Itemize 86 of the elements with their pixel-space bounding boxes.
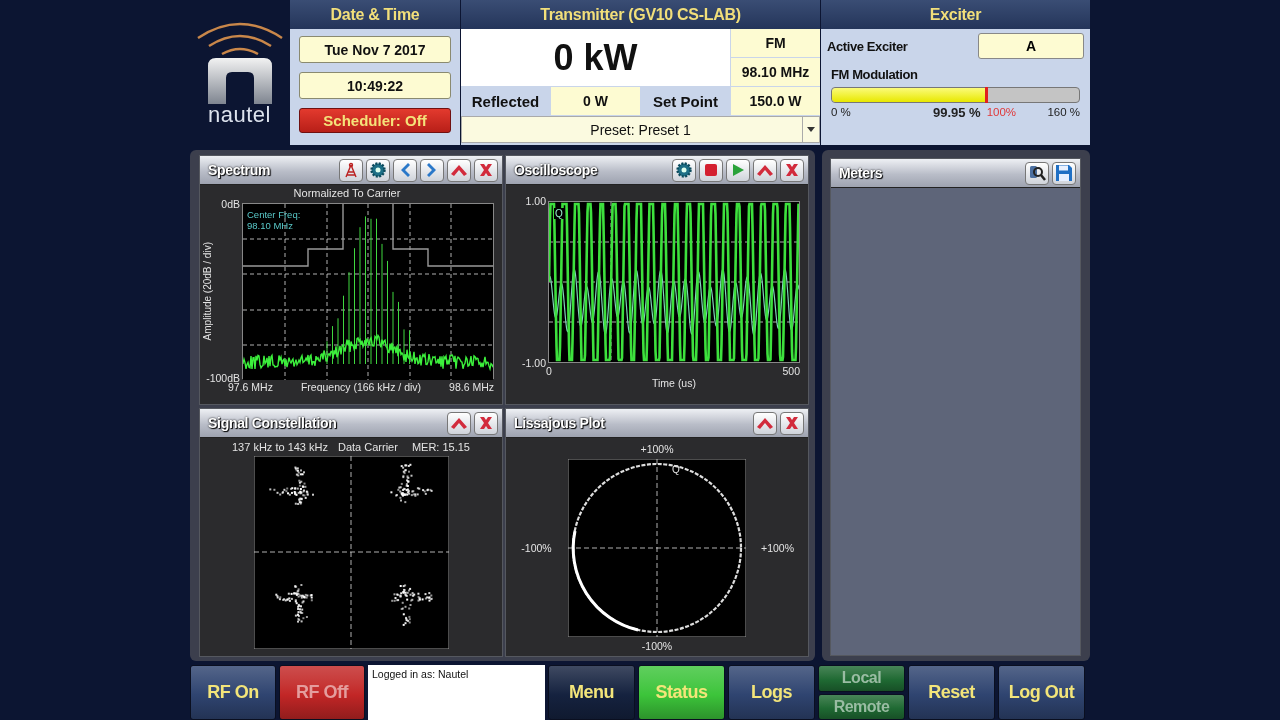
nav-button[interactable]: Reset xyxy=(908,665,995,720)
settings-icon xyxy=(370,162,386,178)
trace-marker-label: Q xyxy=(554,208,564,219)
panel-header: Transmitter (GV10 CS-LAB) xyxy=(461,0,820,29)
panel-title: Meters xyxy=(839,165,883,181)
up-chevron-icon xyxy=(756,416,774,430)
limit-label: 100% xyxy=(986,106,1017,118)
scale-label: 160 % xyxy=(1047,106,1080,118)
power-reading: 0 kW xyxy=(461,29,730,86)
play-button[interactable] xyxy=(726,158,750,182)
mer-reading: MER: 15.15 xyxy=(411,441,470,453)
search-button[interactable] xyxy=(1025,161,1049,185)
collapse-button[interactable] xyxy=(753,158,777,182)
save-button[interactable] xyxy=(1052,161,1076,185)
frequency-range-label: 137 kHz to 143 kHz xyxy=(232,441,328,453)
scale-label: 0 % xyxy=(831,106,851,118)
close-button[interactable] xyxy=(780,158,804,182)
axis-tick-label: +100% xyxy=(761,542,794,554)
nav-button[interactable]: Logs xyxy=(728,665,815,720)
preset-dropdown[interactable]: Preset: Preset 1 xyxy=(461,116,820,143)
close-icon xyxy=(478,162,494,178)
collapse-button[interactable] xyxy=(753,411,777,435)
caret-icon xyxy=(807,127,815,132)
settings-icon xyxy=(676,162,692,178)
collapse-button[interactable] xyxy=(447,158,471,182)
trace-marker-label: Q xyxy=(672,464,680,475)
panel-title: Signal Constellation xyxy=(208,415,337,431)
close-button[interactable] xyxy=(474,411,498,435)
close-icon xyxy=(784,415,800,431)
axis-label: Frequency (166 kHz / div) xyxy=(300,381,422,395)
axis-tick-label: 1.00 xyxy=(525,195,546,207)
axis-tick-label: 97.6 MHz xyxy=(228,381,273,395)
panel-title: Oscilloscope xyxy=(514,162,598,178)
axis-tick-label: -100% xyxy=(521,542,552,554)
axis-tick-label: -100dB xyxy=(206,372,240,384)
axis-tick-label: 500 xyxy=(782,365,800,377)
field-label: FM Modulation xyxy=(831,67,919,82)
date-field: Tue Nov 7 2017 xyxy=(299,36,451,63)
axis-tick-label: 0 xyxy=(546,365,552,377)
stop-button[interactable] xyxy=(699,158,723,182)
nav-button[interactable]: Menu xyxy=(548,665,635,720)
active-exciter-field: A xyxy=(978,33,1084,59)
next-button[interactable] xyxy=(420,158,444,182)
carrier-label: Data Carrier xyxy=(338,441,398,453)
panel-title: Spectrum xyxy=(208,162,271,178)
axis-tick-label: 0dB xyxy=(221,198,240,210)
nav-button[interactable]: Log Out xyxy=(998,665,1085,720)
stop-icon xyxy=(704,163,718,177)
previous-button[interactable] xyxy=(393,158,417,182)
plot-annotation: Center Freq: 98.10 MHz xyxy=(247,210,301,232)
scheduler-button[interactable]: Scheduler: Off xyxy=(299,108,451,133)
field-label: Active Exciter xyxy=(827,38,908,54)
up-chevron-icon xyxy=(756,163,774,177)
close-button[interactable] xyxy=(780,411,804,435)
collapse-button[interactable] xyxy=(447,411,471,435)
close-button[interactable] xyxy=(474,158,498,182)
axis-tick-label: -100% xyxy=(641,640,673,652)
panel-title: Lissajous Plot xyxy=(514,415,605,431)
login-status-field: Logged in as: Nautel xyxy=(368,665,545,720)
search-icon xyxy=(1028,164,1046,182)
reflected-power-field: 0 W xyxy=(551,87,640,115)
nav-button[interactable]: RF On xyxy=(190,665,276,720)
axis-tick-label: +100% xyxy=(640,443,674,455)
up-chevron-icon xyxy=(450,163,468,177)
close-icon xyxy=(784,162,800,178)
axis-label: Time (us) xyxy=(652,377,696,389)
frequency-field: 98.10 MHz xyxy=(731,58,820,86)
up-chevron-icon xyxy=(450,416,468,430)
save-icon xyxy=(1055,164,1073,182)
modulation-reading: 99.95 % xyxy=(932,105,981,120)
antenna-icon xyxy=(343,162,359,178)
panel-header: Exciter xyxy=(821,0,1090,29)
settings-button[interactable] xyxy=(366,158,390,182)
chart-caption: Normalized To Carrier xyxy=(293,187,401,199)
axis-tick-label: -1.00 xyxy=(522,357,546,369)
close-icon xyxy=(478,415,494,431)
mode-field: FM xyxy=(731,29,820,57)
logo-wordmark: nautel xyxy=(208,104,271,126)
play-icon xyxy=(731,163,745,177)
set-point-field: 150.0 W xyxy=(731,87,820,115)
antenna-button[interactable] xyxy=(339,158,363,182)
panel-header: Date & Time xyxy=(290,0,460,29)
axis-tick-label: 98.6 MHz xyxy=(449,381,494,395)
settings-button[interactable] xyxy=(672,158,696,182)
time-field: 10:49:22 xyxy=(299,72,451,99)
axis-label: Amplitude (20dB / div) xyxy=(201,241,213,341)
